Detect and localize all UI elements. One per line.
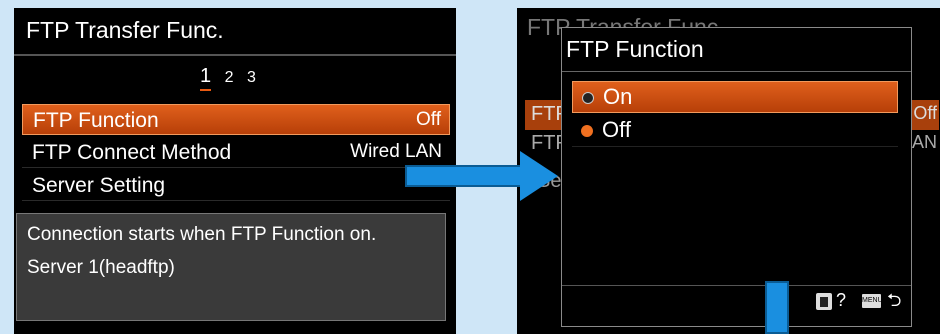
arrow-right-icon-head	[520, 151, 558, 201]
back-icon[interactable]: ⮌	[887, 288, 901, 318]
radio-icon	[581, 125, 593, 137]
help-text-box: Connection starts when FTP Function on. …	[16, 213, 446, 321]
page-indicator: 1 2 3	[200, 65, 265, 91]
menu-item-ftp-function[interactable]: FTP Function Off	[22, 104, 450, 135]
divider	[562, 71, 911, 72]
trash-icon[interactable]	[816, 293, 832, 310]
left-camera-screen: FTP Transfer Func. 1 2 3 FTP Function Of…	[14, 8, 456, 334]
divider	[562, 285, 911, 286]
help-text-line: Server 1(headftp)	[27, 257, 175, 278]
option-label: Off	[602, 117, 631, 142]
arrow-right-icon	[405, 165, 525, 187]
menu-item-label: Server Setting	[32, 174, 166, 197]
page-title: FTP Transfer Func.	[26, 17, 224, 43]
menu-item-label: FTP Connect Method	[32, 141, 232, 164]
option-on[interactable]: On	[572, 81, 898, 113]
menu-item-server-setting[interactable]: Server Setting	[22, 170, 450, 201]
menu-item-value: Off	[416, 109, 441, 130]
title-bar: FTP Transfer Func.	[14, 8, 456, 56]
menu-item-label: FTP Function	[33, 109, 159, 132]
menu-item-value: Wired LAN	[350, 141, 442, 162]
option-off[interactable]: Off	[572, 115, 898, 147]
ftp-function-dialog: FTP Function On Off ? MENU ⮌	[561, 27, 912, 327]
background-row-value: AN	[911, 132, 937, 152]
menu-key-icon[interactable]: MENU	[862, 294, 883, 308]
right-camera-screen: FTP Transfer Func. FTP Off FTP AN Ser FT…	[517, 8, 940, 334]
menu-item-ftp-connect-method[interactable]: FTP Connect Method Wired LAN	[22, 137, 450, 168]
page-1-tab[interactable]: 1	[200, 65, 212, 91]
background-row-value: Off	[913, 103, 937, 123]
help-text-line: Connection starts when FTP Function on.	[27, 224, 377, 245]
dialog-title: FTP Function	[566, 36, 704, 62]
arrow-down-icon	[765, 281, 789, 334]
help-icon[interactable]: ?	[836, 290, 846, 311]
option-label: On	[603, 84, 633, 109]
page-2-tab[interactable]: 2	[225, 69, 234, 87]
radio-icon	[582, 92, 594, 104]
page-3-tab[interactable]: 3	[247, 69, 256, 87]
